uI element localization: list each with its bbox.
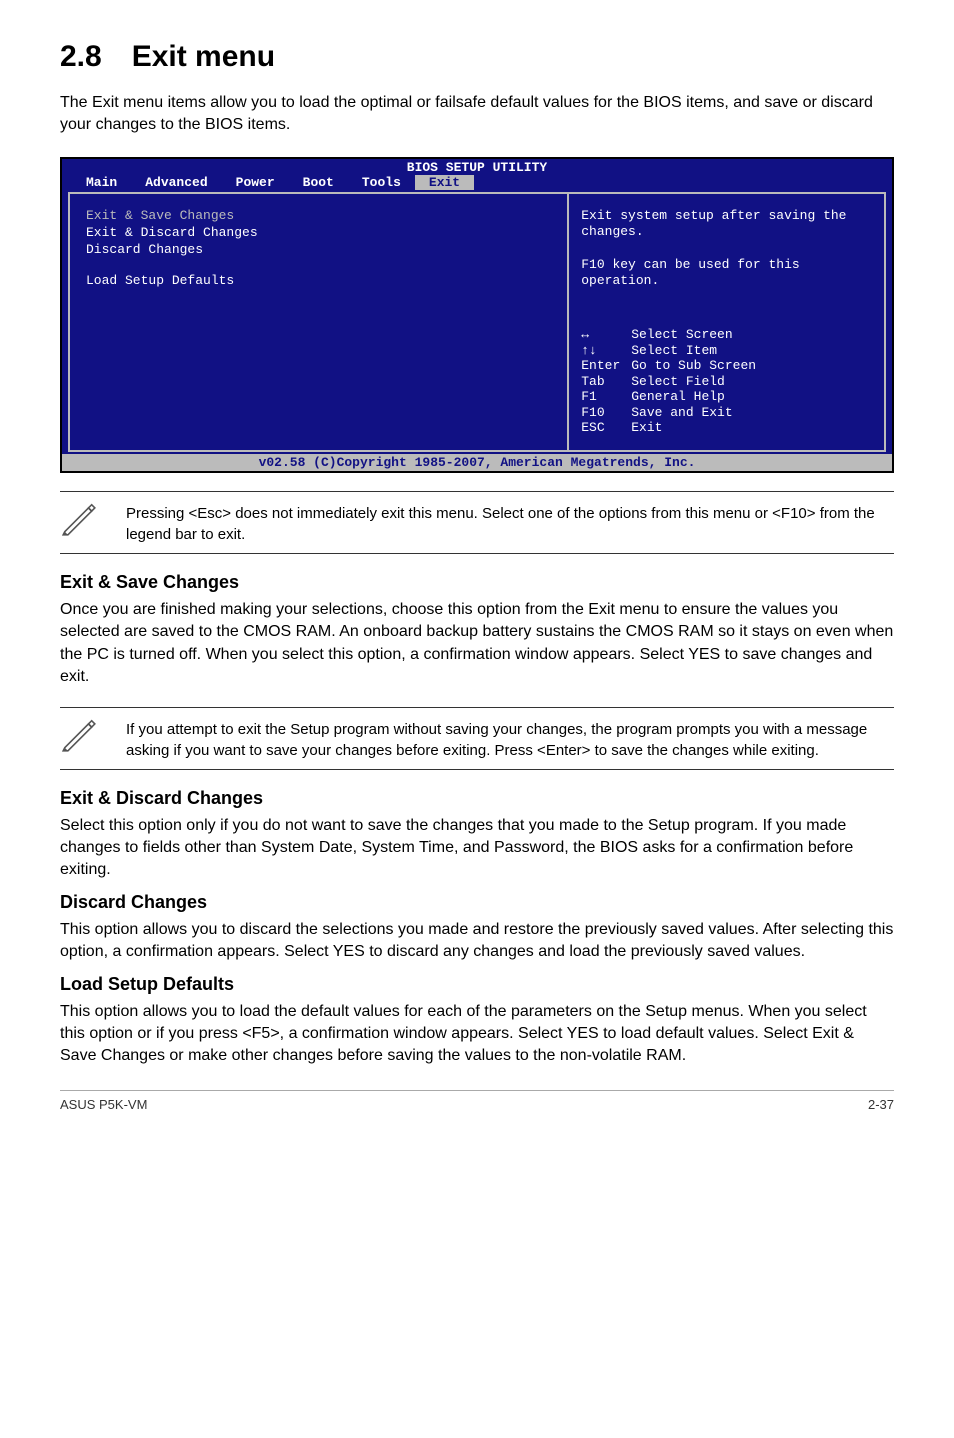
nav-desc: Save and Exit: [631, 405, 732, 421]
section-load-defaults: Load Setup Defaults: [60, 974, 894, 995]
section-exit-discard-body: Select this option only if you do not wa…: [60, 815, 894, 882]
nav-desc: Go to Sub Screen: [631, 358, 756, 374]
nav-desc: Select Item: [631, 343, 717, 359]
section-exit-save: Exit & Save Changes: [60, 572, 894, 593]
bios-right-pane: Exit system setup after saving the chang…: [569, 194, 884, 450]
note-text: If you attempt to exit the Setup program…: [126, 716, 894, 761]
bios-menu-power[interactable]: Power: [222, 175, 289, 190]
bios-menubar: Main Advanced Power Boot Tools Exit: [62, 175, 892, 192]
bios-footer: v02.58 (C)Copyright 1985-2007, American …: [62, 454, 892, 471]
bios-left-pane: Exit & Save Changes Exit & Discard Chang…: [70, 194, 569, 450]
bios-item-exit-discard[interactable]: Exit & Discard Changes: [86, 225, 551, 240]
bios-menu-advanced[interactable]: Advanced: [131, 175, 221, 190]
note-text: Pressing <Esc> does not immediately exit…: [126, 500, 894, 545]
bios-item-load-defaults[interactable]: Load Setup Defaults: [86, 273, 551, 288]
nav-key-esc: ESC: [581, 420, 631, 436]
bios-menu-boot[interactable]: Boot: [289, 175, 348, 190]
bios-title: BIOS SETUP UTILITY: [62, 159, 892, 175]
bios-body: Exit & Save Changes Exit & Discard Chang…: [68, 192, 886, 452]
page-title: 2.8 Exit menu: [60, 40, 894, 74]
nav-desc: Select Screen: [631, 327, 732, 343]
bios-help-text: Exit system setup after saving the chang…: [581, 208, 872, 289]
page-footer: ASUS P5K-VM 2-37: [60, 1090, 894, 1112]
nav-desc: Select Field: [631, 374, 725, 390]
section-discard: Discard Changes: [60, 892, 894, 913]
pencil-note-icon: [60, 716, 98, 759]
nav-desc: Exit: [631, 420, 662, 436]
nav-key-select-screen: ↔: [581, 327, 631, 343]
nav-key-select-item: ↑↓: [581, 343, 631, 359]
section-load-defaults-body: This option allows you to load the defau…: [60, 1001, 894, 1068]
nav-key-f1: F1: [581, 389, 631, 405]
bios-nav-help: ↔Select Screen ↑↓Select Item EnterGo to …: [581, 327, 872, 436]
footer-right: 2-37: [868, 1097, 894, 1112]
bios-item-gap: [86, 259, 551, 271]
section-discard-body: This option allows you to discard the se…: [60, 919, 894, 964]
bios-menu-exit[interactable]: Exit: [415, 175, 474, 190]
bios-menu-tools[interactable]: Tools: [348, 175, 415, 190]
footer-left: ASUS P5K-VM: [60, 1097, 147, 1112]
intro-paragraph: The Exit menu items allow you to load th…: [60, 92, 894, 137]
bios-item-discard[interactable]: Discard Changes: [86, 242, 551, 257]
pencil-note-icon: [60, 500, 98, 543]
note-esc: Pressing <Esc> does not immediately exit…: [60, 491, 894, 554]
nav-key-tab: Tab: [581, 374, 631, 390]
section-exit-discard: Exit & Discard Changes: [60, 788, 894, 809]
bios-item-exit-save[interactable]: Exit & Save Changes: [86, 208, 551, 223]
section-exit-save-body: Once you are finished making your select…: [60, 599, 894, 689]
nav-key-enter: Enter: [581, 358, 631, 374]
note-exit-without-save: If you attempt to exit the Setup program…: [60, 707, 894, 770]
bios-window: BIOS SETUP UTILITY Main Advanced Power B…: [60, 157, 894, 473]
nav-desc: General Help: [631, 389, 725, 405]
nav-key-f10: F10: [581, 405, 631, 421]
bios-menu-main[interactable]: Main: [72, 175, 131, 190]
